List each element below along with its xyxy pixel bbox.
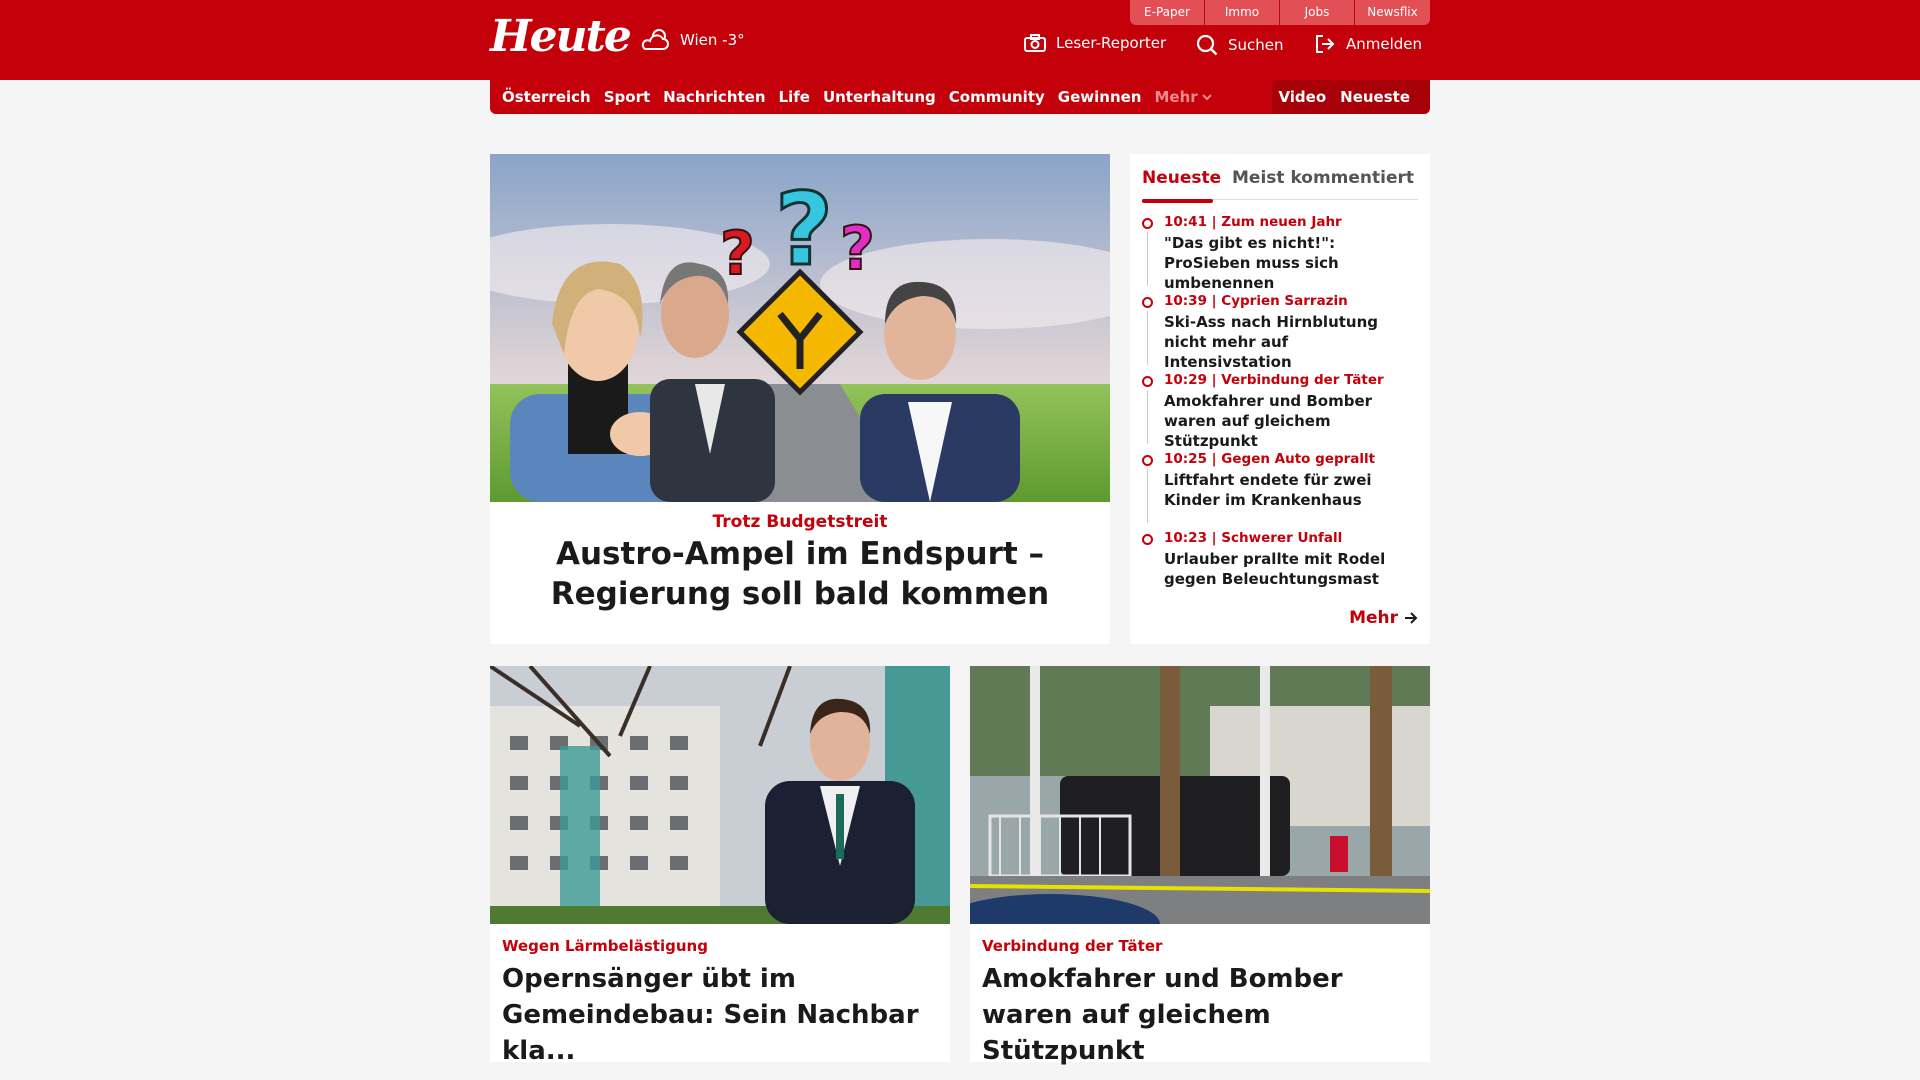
article-card[interactable]: Verbindung der Täter Amokfahrer und Bomb… [970,666,1430,1066]
weather-cloud-sun-icon [641,29,669,50]
login-icon [1316,35,1335,53]
sidebar-tabs: Neueste Meist kommentiert [1142,162,1418,203]
leser-reporter-button[interactable]: Leser-Reporter [1024,34,1166,52]
item-meta: 10:39 | Cyprien Sarrazin [1164,293,1348,309]
list-item[interactable]: 10:23 | Schwerer Unfall Urlauber prallte… [1142,530,1418,609]
nav-item-neueste[interactable]: Neueste [1340,88,1410,106]
nav-item-unterhaltung[interactable]: Unterhaltung [823,88,936,106]
list-item[interactable]: 10:39 | Cyprien Sarrazin Ski-Ass nach Hi… [1142,293,1418,372]
arrow-right-icon [1405,612,1418,624]
list-item[interactable]: 10:29 | Verbindung der Täter Amokfahrer … [1142,372,1418,451]
nav-right-group: Video Neueste [1272,80,1430,114]
timeline-line [1147,311,1148,365]
hero-image: ? ? ? [490,154,1110,502]
tab-neueste[interactable]: Neueste [1142,168,1221,203]
nav-mehr-label: Mehr [1154,88,1198,106]
leser-reporter-label: Leser-Reporter [1056,34,1167,52]
camera-icon [1024,34,1046,52]
search-icon [1196,34,1218,56]
list-item[interactable]: 10:25 | Gegen Auto geprallt Liftfahrt en… [1142,451,1418,530]
tab-immo[interactable]: Immo [1205,0,1280,25]
svg-text:?: ? [840,214,875,284]
login-button[interactable]: Anmelden [1314,34,1422,54]
timeline-line [1147,232,1148,286]
nav-item-community[interactable]: Community [949,88,1045,106]
timeline-dot-icon [1142,376,1153,387]
timeline-dot-icon [1142,218,1153,229]
nav-item-gewinnen[interactable]: Gewinnen [1058,88,1142,106]
nav-item-oesterreich[interactable]: Österreich [502,88,591,106]
more-label: Mehr [1349,608,1398,628]
tab-jobs[interactable]: Jobs [1280,0,1355,25]
latest-news-sidebar: Neueste Meist kommentiert 10:41 | Zum ne… [1130,154,1430,644]
tab-epaper[interactable]: E-Paper [1130,0,1205,25]
hero-headline[interactable]: Austro-Ampel im Endspurt – Regierung sol… [500,534,1100,614]
article-headline[interactable]: Amokfahrer und Bomber waren auf gleichem… [982,961,1422,1069]
svg-text:?: ? [720,219,755,289]
list-item[interactable]: 10:41 | Zum neuen Jahr "Das gibt es nich… [1142,214,1418,293]
article-kicker: Verbindung der Täter [982,937,1163,955]
hero-article[interactable]: ? ? ? Trotz Budgetstreit Austro-Ampel im… [490,154,1110,644]
tab-meist-kommentiert[interactable]: Meist kommentiert [1232,168,1414,188]
timeline-dot-icon [1142,455,1153,466]
tab-newsflix[interactable]: Newsflix [1355,0,1430,25]
login-label: Anmelden [1346,35,1423,53]
weather-text: Wien -3° [680,31,745,49]
nav-item-mehr[interactable]: Mehr [1154,88,1212,106]
chevron-down-icon [1201,93,1212,100]
timeline-line [1147,469,1148,523]
item-headline[interactable]: "Das gibt es nicht!": ProSieben muss sic… [1164,233,1418,293]
item-meta: 10:41 | Zum neuen Jahr [1164,214,1342,230]
article-kicker: Wegen Lärmbelästigung [502,937,708,955]
nav-item-nachrichten[interactable]: Nachrichten [663,88,765,106]
more-link[interactable]: Mehr [1349,608,1418,628]
article-image [490,666,950,924]
weather-widget[interactable]: Wien -3° [640,27,745,53]
nav-item-life[interactable]: Life [779,88,810,106]
item-headline[interactable]: Urlauber prallte mit Rodel gegen Beleuch… [1164,549,1418,589]
item-meta: 10:25 | Gegen Auto geprallt [1164,451,1376,467]
latest-news-list: 10:41 | Zum neuen Jahr "Das gibt es nich… [1142,214,1418,609]
search-button[interactable]: Suchen [1196,34,1284,56]
item-meta: 10:29 | Verbindung der Täter [1164,372,1384,388]
nav-item-video[interactable]: Video [1278,88,1326,106]
search-label: Suchen [1228,36,1284,54]
timeline-dot-icon [1142,534,1153,545]
article-headline[interactable]: Opernsänger übt im Gemeindebau: Sein Nac… [502,961,942,1069]
site-logo[interactable]: Heute [490,12,632,62]
article-image [970,666,1430,924]
main-navigation: Österreich Sport Nachrichten Life Unterh… [490,80,1430,114]
top-header [0,0,1920,80]
item-headline[interactable]: Liftfahrt endete für zwei Kinder im Kran… [1164,470,1418,510]
timeline-line [1147,390,1148,444]
item-headline[interactable]: Ski-Ass nach Hirnblutung nicht mehr auf … [1164,312,1418,372]
hero-kicker: Trotz Budgetstreit [712,512,888,532]
utility-tabs: E-Paper Immo Jobs Newsflix [1130,0,1430,25]
article-card[interactable]: Wegen Lärmbelästigung Opernsänger übt im… [490,666,950,1066]
nav-item-sport[interactable]: Sport [604,88,650,106]
svg-text:?: ? [775,171,833,288]
item-headline[interactable]: Amokfahrer und Bomber waren auf gleichem… [1164,391,1418,451]
timeline-dot-icon [1142,297,1153,308]
item-meta: 10:23 | Schwerer Unfall [1164,530,1343,546]
